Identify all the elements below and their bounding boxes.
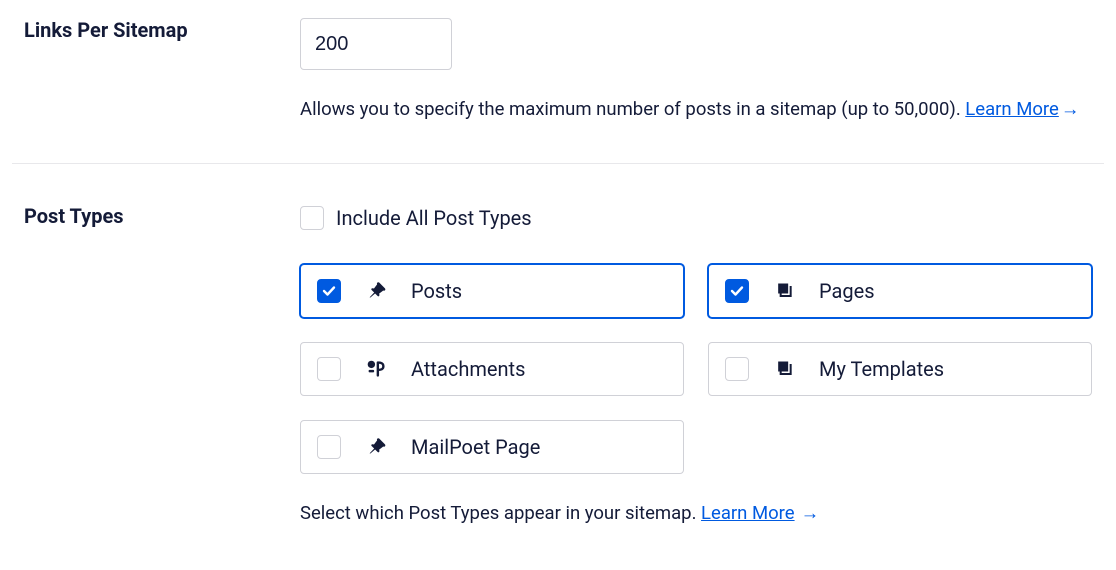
post-type-label-attachments: Attachments — [411, 357, 525, 381]
post-type-card-mailpoet-page[interactable]: MailPoet Page — [300, 420, 684, 474]
post-types-row: Post Types Include All Post Types PostsP… — [0, 164, 1116, 524]
post-types-grid: Posts Pages Attachments My Templates MailPoe… — [300, 264, 1092, 474]
links-per-sitemap-label: Links Per Sitemap — [24, 18, 300, 42]
post-type-checkbox-posts[interactable] — [317, 279, 341, 303]
stack-icon — [771, 359, 797, 379]
links-learn-more-link[interactable]: Learn More — [965, 98, 1059, 120]
links-content-col: Allows you to specify the maximum number… — [300, 18, 1092, 127]
links-description: Allows you to specify the maximum number… — [300, 92, 1092, 127]
post-type-label-pages: Pages — [819, 279, 875, 303]
post-types-description: Select which Post Types appear in your s… — [300, 502, 1092, 524]
include-all-checkbox[interactable] — [300, 206, 324, 230]
post-types-label: Post Types — [24, 204, 300, 228]
pin-icon — [363, 436, 389, 458]
post-type-checkbox-attachments[interactable] — [317, 357, 341, 381]
links-desc-text: Allows you to specify the maximum number… — [300, 98, 965, 120]
arrow-right-icon: → — [1061, 98, 1080, 120]
post-types-learn-more-link[interactable]: Learn More — [701, 502, 795, 524]
post-type-card-my-templates[interactable]: My Templates — [708, 342, 1092, 396]
post-type-card-attachments[interactable]: Attachments — [300, 342, 684, 396]
post-types-content-col: Include All Post Types Posts Pages Attachm… — [300, 204, 1092, 524]
pin-icon — [363, 280, 389, 302]
post-type-label-mailpoet-page: MailPoet Page — [411, 435, 540, 459]
post-type-checkbox-pages[interactable] — [725, 279, 749, 303]
include-all-row[interactable]: Include All Post Types — [300, 206, 1092, 230]
links-label-col: Links Per Sitemap — [24, 18, 300, 127]
post-type-card-posts[interactable]: Posts — [300, 264, 684, 318]
post-types-desc-text: Select which Post Types appear in your s… — [300, 502, 701, 524]
post-type-label-posts: Posts — [411, 279, 462, 303]
post-type-label-my-templates: My Templates — [819, 357, 944, 381]
post-type-checkbox-my-templates[interactable] — [725, 357, 749, 381]
links-per-sitemap-row: Links Per Sitemap Allows you to specify … — [0, 0, 1116, 163]
arrow-right-icon: → — [801, 502, 820, 524]
post-types-label-col: Post Types — [24, 204, 300, 524]
include-all-label: Include All Post Types — [336, 206, 532, 230]
stack-icon — [771, 281, 797, 301]
links-per-sitemap-input[interactable] — [300, 18, 452, 70]
media-icon — [363, 358, 389, 380]
post-type-card-pages[interactable]: Pages — [708, 264, 1092, 318]
post-type-checkbox-mailpoet-page[interactable] — [317, 435, 341, 459]
